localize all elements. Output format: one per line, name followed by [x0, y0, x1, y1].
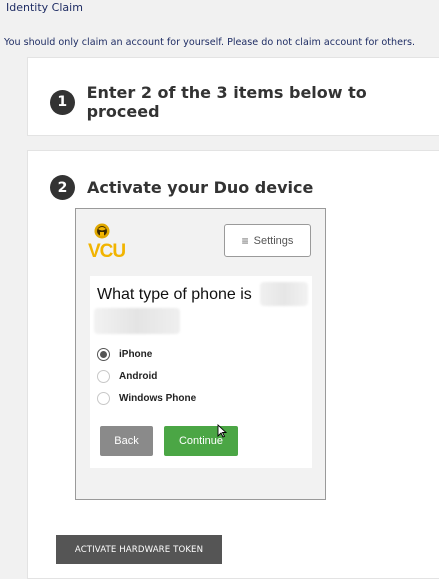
- step1-number-badge: 1: [50, 89, 75, 115]
- menu-icon: ≡: [241, 233, 249, 248]
- radio-button[interactable]: [97, 392, 110, 405]
- option-android[interactable]: Android: [97, 370, 157, 383]
- phone-type-question: What type of phone is: [97, 286, 252, 303]
- option-iphone[interactable]: iPhone: [97, 348, 152, 361]
- step2-card: 2 Activate your Duo device VCU ≡ Setting…: [27, 150, 439, 579]
- option-label: iPhone: [119, 349, 153, 360]
- redacted-text: [260, 282, 308, 306]
- radio-button[interactable]: [97, 348, 110, 361]
- option-label: Windows Phone: [119, 393, 197, 404]
- option-windows-phone[interactable]: Windows Phone: [97, 392, 196, 405]
- duo-frame: VCU ≡ Settings What type of phone is iPh…: [75, 208, 326, 500]
- settings-label: Settings: [253, 234, 294, 247]
- step1-title: Enter 2 of the 3 items below to proceed: [86, 83, 367, 121]
- radio-button[interactable]: [97, 370, 110, 383]
- back-button[interactable]: Back: [100, 426, 153, 456]
- option-label: Android: [119, 371, 158, 382]
- page-title: Identity Claim: [6, 1, 83, 14]
- step2-number-badge: 2: [50, 175, 75, 200]
- activate-hardware-token-button[interactable]: ACTIVATE HARDWARE TOKEN: [56, 535, 222, 564]
- vcu-logo-text: VCU: [88, 241, 126, 262]
- settings-button[interactable]: ≡ Settings: [224, 224, 311, 257]
- step2-heading: 2 Activate your Duo device: [50, 175, 313, 200]
- ram-icon: [94, 223, 110, 239]
- mouse-cursor-icon: [217, 424, 227, 438]
- redacted-text: [94, 308, 180, 334]
- step1-heading: 1 Enter 2 of the 3 items below to procee…: [50, 83, 439, 121]
- step1-card: 1 Enter 2 of the 3 items below to procee…: [27, 57, 439, 136]
- claim-notice: You should only claim an account for you…: [4, 37, 416, 48]
- vcu-logo: VCU: [88, 223, 138, 263]
- duo-prompt-panel: What type of phone is iPhone Android Win…: [90, 276, 312, 468]
- step2-title: Activate your Duo device: [87, 178, 314, 197]
